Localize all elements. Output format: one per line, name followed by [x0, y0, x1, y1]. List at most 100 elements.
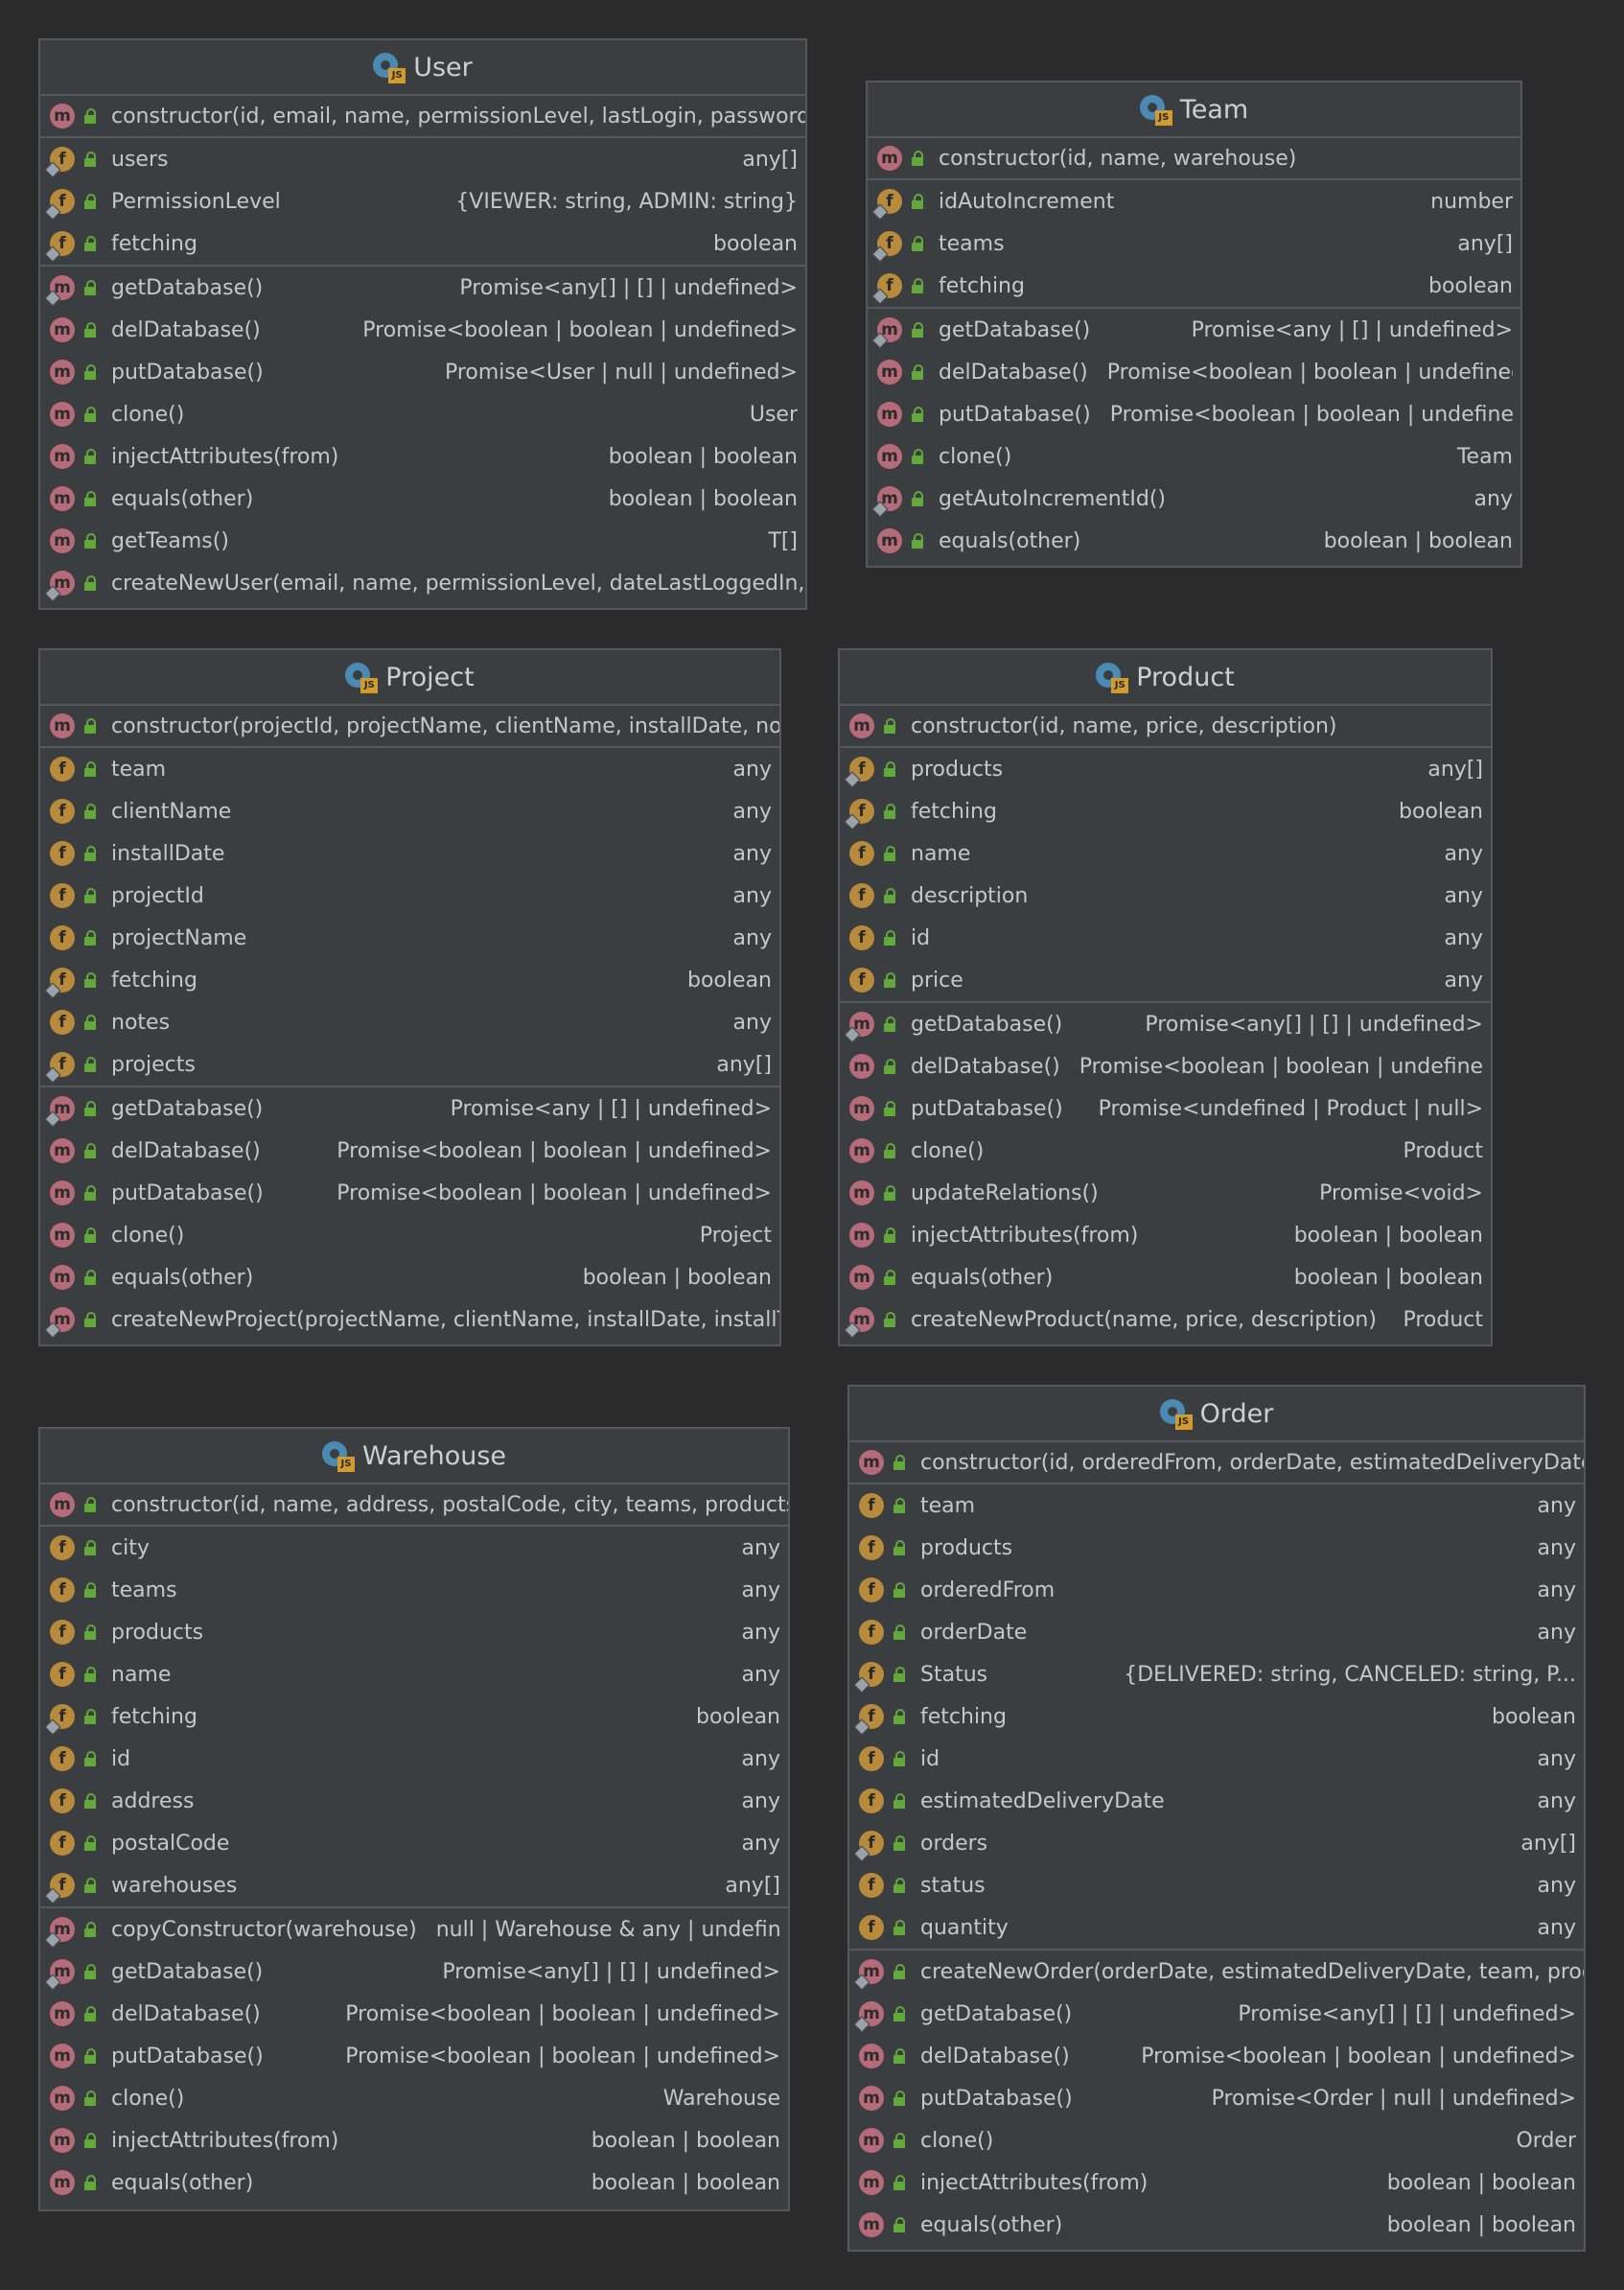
field-row[interactable]: f products any	[849, 1527, 1584, 1569]
method-row[interactable]: m equals(other) boolean | boolean	[40, 1256, 779, 1298]
method-row[interactable]: m getDatabase() Promise<any[] | [] | undef…	[849, 1993, 1584, 2035]
method-row[interactable]: m copyConstructor(warehouse) null | Wareho…	[40, 1908, 788, 1951]
field-row[interactable]: f fetching boolean	[868, 265, 1520, 307]
field-row[interactable]: f name any	[840, 832, 1491, 875]
field-row[interactable]: f teams any	[40, 1569, 788, 1611]
member-type: any	[1537, 1788, 1576, 1813]
method-row[interactable]: m getDatabase() Promise<any[] | [] | undef…	[40, 267, 805, 309]
field-row[interactable]: f PermissionLevel {VIEWER: string, ADMIN: …	[40, 180, 805, 222]
field-row[interactable]: f city any	[40, 1527, 788, 1569]
method-row[interactable]: m clone() Project	[40, 1214, 779, 1256]
field-row[interactable]: f fetching boolean	[40, 1695, 788, 1738]
method-row[interactable]: m updateRelations() Promise<void>	[840, 1172, 1491, 1214]
field-row[interactable]: f Status {DELIVERED: string, CANCELED: str…	[849, 1653, 1584, 1695]
class-box-product[interactable]: JS Product m constructor(id, name, price, d…	[838, 648, 1493, 1346]
field-row[interactable]: f orderDate any	[849, 1611, 1584, 1653]
method-row[interactable]: m getDatabase() Promise<any | [] | undefin…	[868, 309, 1520, 351]
method-row[interactable]: m delDatabase() Promise<boolean | boolean …	[840, 1045, 1491, 1087]
field-row[interactable]: f fetching boolean	[40, 222, 805, 265]
method-row[interactable]: m clone() User	[40, 393, 805, 435]
constructor-row[interactable]: m constructor(id, name, price, descriptio…	[840, 706, 1491, 746]
method-row[interactable]: m putDatabase() Promise<Order | null | und…	[849, 2077, 1584, 2119]
field-row[interactable]: f projectName any	[40, 917, 779, 959]
method-row[interactable]: m createNewOrder(orderDate, estimatedDeli…	[849, 1951, 1584, 1993]
class-box-user[interactable]: JS User m constructor(id, email, name, perm…	[38, 38, 807, 610]
field-row[interactable]: f orders any[]	[849, 1822, 1584, 1864]
field-row[interactable]: f fetching boolean	[40, 959, 779, 1001]
field-row[interactable]: f name any	[40, 1653, 788, 1695]
field-row[interactable]: f status any	[849, 1864, 1584, 1906]
method-row[interactable]: m createNewProduct(name, price, descripti…	[840, 1298, 1491, 1341]
field-row[interactable]: f warehouses any[]	[40, 1864, 788, 1906]
field-row[interactable]: f projects any[]	[40, 1043, 779, 1086]
field-row[interactable]: f estimatedDeliveryDate any	[849, 1780, 1584, 1822]
field-row[interactable]: f installDate any	[40, 832, 779, 875]
public-lock-icon	[82, 151, 100, 168]
method-row[interactable]: m injectAttributes(from) boolean | boolean	[849, 2161, 1584, 2204]
method-row[interactable]: m injectAttributes(from) boolean | boolean	[840, 1214, 1491, 1256]
public-lock-icon	[82, 1792, 100, 1810]
method-row[interactable]: m getDatabase() Promise<any[] | [] | undef…	[40, 1951, 788, 1993]
method-row[interactable]: m injectAttributes(from) boolean | boolean	[40, 2119, 788, 2161]
method-row[interactable]: m putDatabase() Promise<boolean | boolean …	[40, 1172, 779, 1214]
field-row[interactable]: f idAutoIncrement number	[868, 180, 1520, 222]
method-row[interactable]: m equals(other) boolean | boolean	[868, 520, 1520, 562]
constructor-row[interactable]: m constructor(projectId, projectName, cli…	[40, 706, 779, 746]
method-row[interactable]: m equals(other) boolean | boolean	[40, 2161, 788, 2204]
field-row[interactable]: f projectId any	[40, 875, 779, 917]
field-row[interactable]: f users any[]	[40, 138, 805, 180]
method-row[interactable]: m equals(other) boolean | boolean	[40, 478, 805, 520]
method-row[interactable]: m getDatabase() Promise<any[] | [] | undef…	[840, 1003, 1491, 1045]
method-row[interactable]: m createNewProject(projectName, clientNam…	[40, 1298, 779, 1341]
method-row[interactable]: m clone() Team	[868, 435, 1520, 478]
constructor-row[interactable]: m constructor(id, orderedFrom, orderDate,…	[849, 1442, 1584, 1483]
method-row[interactable]: m putDatabase() Promise<boolean | boolean …	[40, 2035, 788, 2077]
method-row[interactable]: m delDatabase() Promise<boolean | boolean …	[868, 351, 1520, 393]
field-row[interactable]: f address any	[40, 1780, 788, 1822]
method-row[interactable]: m getTeams() T[]	[40, 520, 805, 562]
field-row[interactable]: f description any	[840, 875, 1491, 917]
field-icon: f	[50, 757, 75, 782]
field-row[interactable]: f id any	[849, 1738, 1584, 1780]
method-row[interactable]: m delDatabase() Promise<boolean | boolean …	[40, 309, 805, 351]
method-row[interactable]: m clone() Order	[849, 2119, 1584, 2161]
method-row[interactable]: m clone() Product	[840, 1130, 1491, 1172]
class-box-team[interactable]: JS Team m constructor(id, name, warehouse) f…	[866, 81, 1522, 568]
method-row[interactable]: m putDatabase() Promise<boolean | boolean …	[868, 393, 1520, 435]
method-row[interactable]: m equals(other) boolean | boolean	[849, 2204, 1584, 2246]
field-row[interactable]: f price any	[840, 959, 1491, 1001]
field-row[interactable]: f id any	[840, 917, 1491, 959]
class-box-project[interactable]: JS Project m constructor(projectId, project…	[38, 648, 781, 1346]
method-row[interactable]: m injectAttributes(from) boolean | boolean	[40, 435, 805, 478]
field-row[interactable]: f postalCode any	[40, 1822, 788, 1864]
public-lock-icon	[910, 321, 927, 339]
field-row[interactable]: f orderedFrom any	[849, 1569, 1584, 1611]
constructor-row[interactable]: m constructor(id, name, warehouse)	[868, 138, 1520, 178]
field-row[interactable]: f products any	[40, 1611, 788, 1653]
method-row[interactable]: m equals(other) boolean | boolean	[840, 1256, 1491, 1298]
class-box-warehouse[interactable]: JS Warehouse m constructor(id, name, addres…	[38, 1427, 790, 2211]
field-row[interactable]: f clientName any	[40, 790, 779, 832]
method-row[interactable]: m delDatabase() Promise<boolean | boolean …	[849, 2035, 1584, 2077]
field-row[interactable]: f team any	[40, 748, 779, 790]
method-row[interactable]: m createNewUser(email, name, permissionLe…	[40, 562, 805, 604]
method-row[interactable]: m getDatabase() Promise<any | [] | undefin…	[40, 1087, 779, 1130]
method-row[interactable]: m putDatabase() Promise<User | null | unde…	[40, 351, 805, 393]
method-row[interactable]: m clone() Warehouse	[40, 2077, 788, 2119]
field-row[interactable]: f notes any	[40, 1001, 779, 1043]
method-row[interactable]: m putDatabase() Promise<undefined | Produc…	[840, 1087, 1491, 1130]
field-row[interactable]: f teams any[]	[868, 222, 1520, 265]
field-row[interactable]: f fetching boolean	[840, 790, 1491, 832]
constructor-row[interactable]: m constructor(id, email, name, permission…	[40, 96, 805, 136]
class-box-order[interactable]: JS Order m constructor(id, orderedFrom, ord…	[847, 1385, 1586, 2252]
method-row[interactable]: m delDatabase() Promise<boolean | boolean …	[40, 1130, 779, 1172]
field-row[interactable]: f id any	[40, 1738, 788, 1780]
constructor-row[interactable]: m constructor(id, name, address, postalCo…	[40, 1484, 788, 1525]
field-row[interactable]: f products any[]	[840, 748, 1491, 790]
field-row[interactable]: f quantity any	[849, 1906, 1584, 1949]
method-row[interactable]: m getAutoIncrementId() any	[868, 478, 1520, 520]
method-row[interactable]: m delDatabase() Promise<boolean | boolean …	[40, 1993, 788, 2035]
field-row[interactable]: f fetching boolean	[849, 1695, 1584, 1738]
field-row[interactable]: f team any	[849, 1484, 1584, 1527]
method-icon: m	[50, 1138, 75, 1163]
